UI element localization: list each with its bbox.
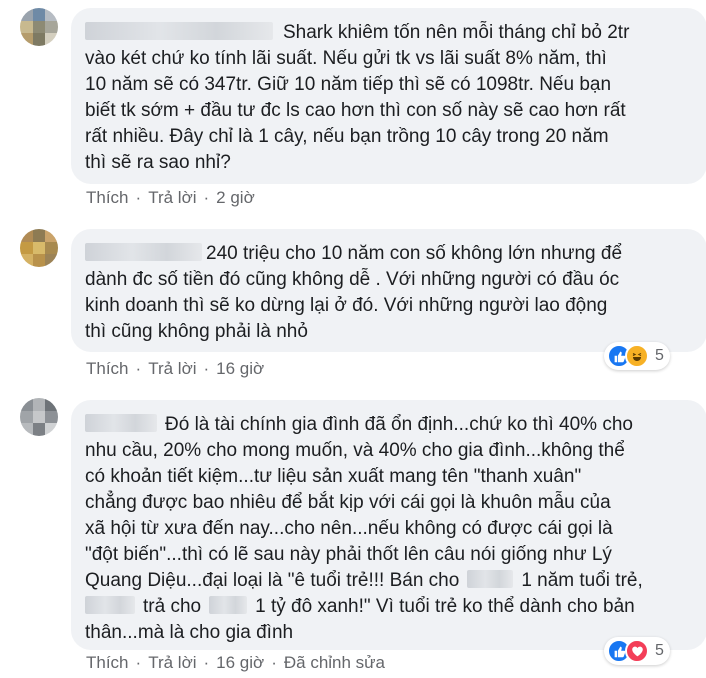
comment-text-line: chẳng được bao nhiêu để bắt kịp với cái … xyxy=(85,492,611,513)
comment-timestamp[interactable]: 2 giờ xyxy=(216,188,255,208)
separator-dot: · xyxy=(271,653,277,672)
comment-bubble: Đó là tài chính gia đình đã ổn định...ch… xyxy=(71,400,706,650)
like-button[interactable]: Thích xyxy=(86,359,129,379)
like-button[interactable]: Thích xyxy=(86,653,129,673)
edited-label[interactable]: Đã chỉnh sửa xyxy=(284,653,385,673)
reply-button[interactable]: Trả lời xyxy=(148,653,196,673)
separator-dot: · xyxy=(203,653,210,672)
comment-text-line: Shark khiêm tốn nên mỗi tháng chỉ bỏ 2tr xyxy=(283,22,630,43)
reaction-summary[interactable]: 5 xyxy=(604,637,670,665)
comment-text-line: Đó là tài chính gia đình đã ổn định...ch… xyxy=(165,414,633,435)
author-name-redacted[interactable] xyxy=(85,414,157,432)
comment-text-line: 1 năm tuổi trẻ, xyxy=(521,570,643,591)
comment-bubble: 240 triệu cho 10 năm con số không lớn nh… xyxy=(71,229,706,352)
comment-actions: Thích · Trả lời · 16 giờ · Đã chỉnh sửa xyxy=(86,653,385,673)
comment-text-line: thì sẽ ra sao nhỉ? xyxy=(85,152,231,173)
reaction-count: 5 xyxy=(655,347,664,364)
separator-dot: · xyxy=(203,359,210,378)
comment-text-line: có khoản tiết kiệm...tư liệu sản xuất ma… xyxy=(85,466,582,487)
separator-dot: · xyxy=(135,359,142,378)
comment-text-line: vào két chứ ko tính lãi suất. Nếu gửi tk… xyxy=(85,48,607,69)
comment-bubble: Shark khiêm tốn nên mỗi tháng chỉ bỏ 2tr… xyxy=(71,8,706,184)
mention-redacted[interactable] xyxy=(467,570,514,588)
comment-actions: Thích · Trả lời · 16 giờ xyxy=(86,359,264,379)
comment-text-line: nhu cầu, 20% cho mong muốn, và 40% cho g… xyxy=(85,440,625,461)
love-icon xyxy=(625,639,649,663)
separator-dot: · xyxy=(203,188,210,207)
avatar[interactable] xyxy=(20,398,58,436)
comment-text-line: thân...mà là cho gia đình xyxy=(85,622,294,643)
reply-button[interactable]: Trả lời xyxy=(148,188,196,208)
avatar[interactable] xyxy=(20,229,58,267)
reply-button[interactable]: Trả lời xyxy=(148,359,196,379)
comment-text-line: 1 tỷ đô xanh!" Vì tuổi trẻ ko thể dành c… xyxy=(255,596,635,617)
comment-timestamp[interactable]: 16 giờ xyxy=(216,653,264,673)
comment-text-line: thì cũng không phải là nhỏ xyxy=(85,321,308,342)
comment-text-line: rất nhiều. Đây chỉ là 1 cây, nếu bạn trồ… xyxy=(85,126,609,147)
comment-text-line: "đột biến"...thì có lẽ sau này phải thốt… xyxy=(85,544,612,565)
comment-timestamp[interactable]: 16 giờ xyxy=(216,359,264,379)
separator-dot: · xyxy=(135,188,142,207)
reaction-count: 5 xyxy=(655,642,664,659)
author-name-redacted[interactable] xyxy=(85,243,202,261)
author-name-redacted[interactable] xyxy=(85,22,273,40)
reaction-summary[interactable]: 5 xyxy=(604,342,670,370)
comment-text-line: xã hội từ xưa đến nay...cho nên...nếu kh… xyxy=(85,518,613,539)
like-button[interactable]: Thích xyxy=(86,188,129,208)
comment-text-line: trả cho xyxy=(143,596,202,617)
comment-text-line: Quang Diệu...đại loại là "ê tuổi trẻ!!! … xyxy=(85,570,460,591)
mention-redacted[interactable] xyxy=(85,596,135,614)
haha-icon xyxy=(625,344,649,368)
avatar[interactable] xyxy=(20,8,58,46)
separator-dot: · xyxy=(135,653,142,672)
mention-redacted[interactable] xyxy=(209,596,248,614)
comment-text-line: 10 năm sẽ có 347tr. Giữ 10 năm tiếp thì … xyxy=(85,74,612,95)
comment-actions: Thích · Trả lời · 2 giờ xyxy=(86,188,255,208)
comment-text-line: biết tk sớm + đầu tư đc ls cao hơn thì c… xyxy=(85,100,626,121)
comment-text-line: dành đc số tiền đó cũng không dễ . Với n… xyxy=(85,269,620,290)
comment-text-line: kinh doanh thì sẽ ko dừng lại ở đó. Với … xyxy=(85,295,608,316)
comment-text-line: 240 triệu cho 10 năm con số không lớn nh… xyxy=(206,243,623,264)
